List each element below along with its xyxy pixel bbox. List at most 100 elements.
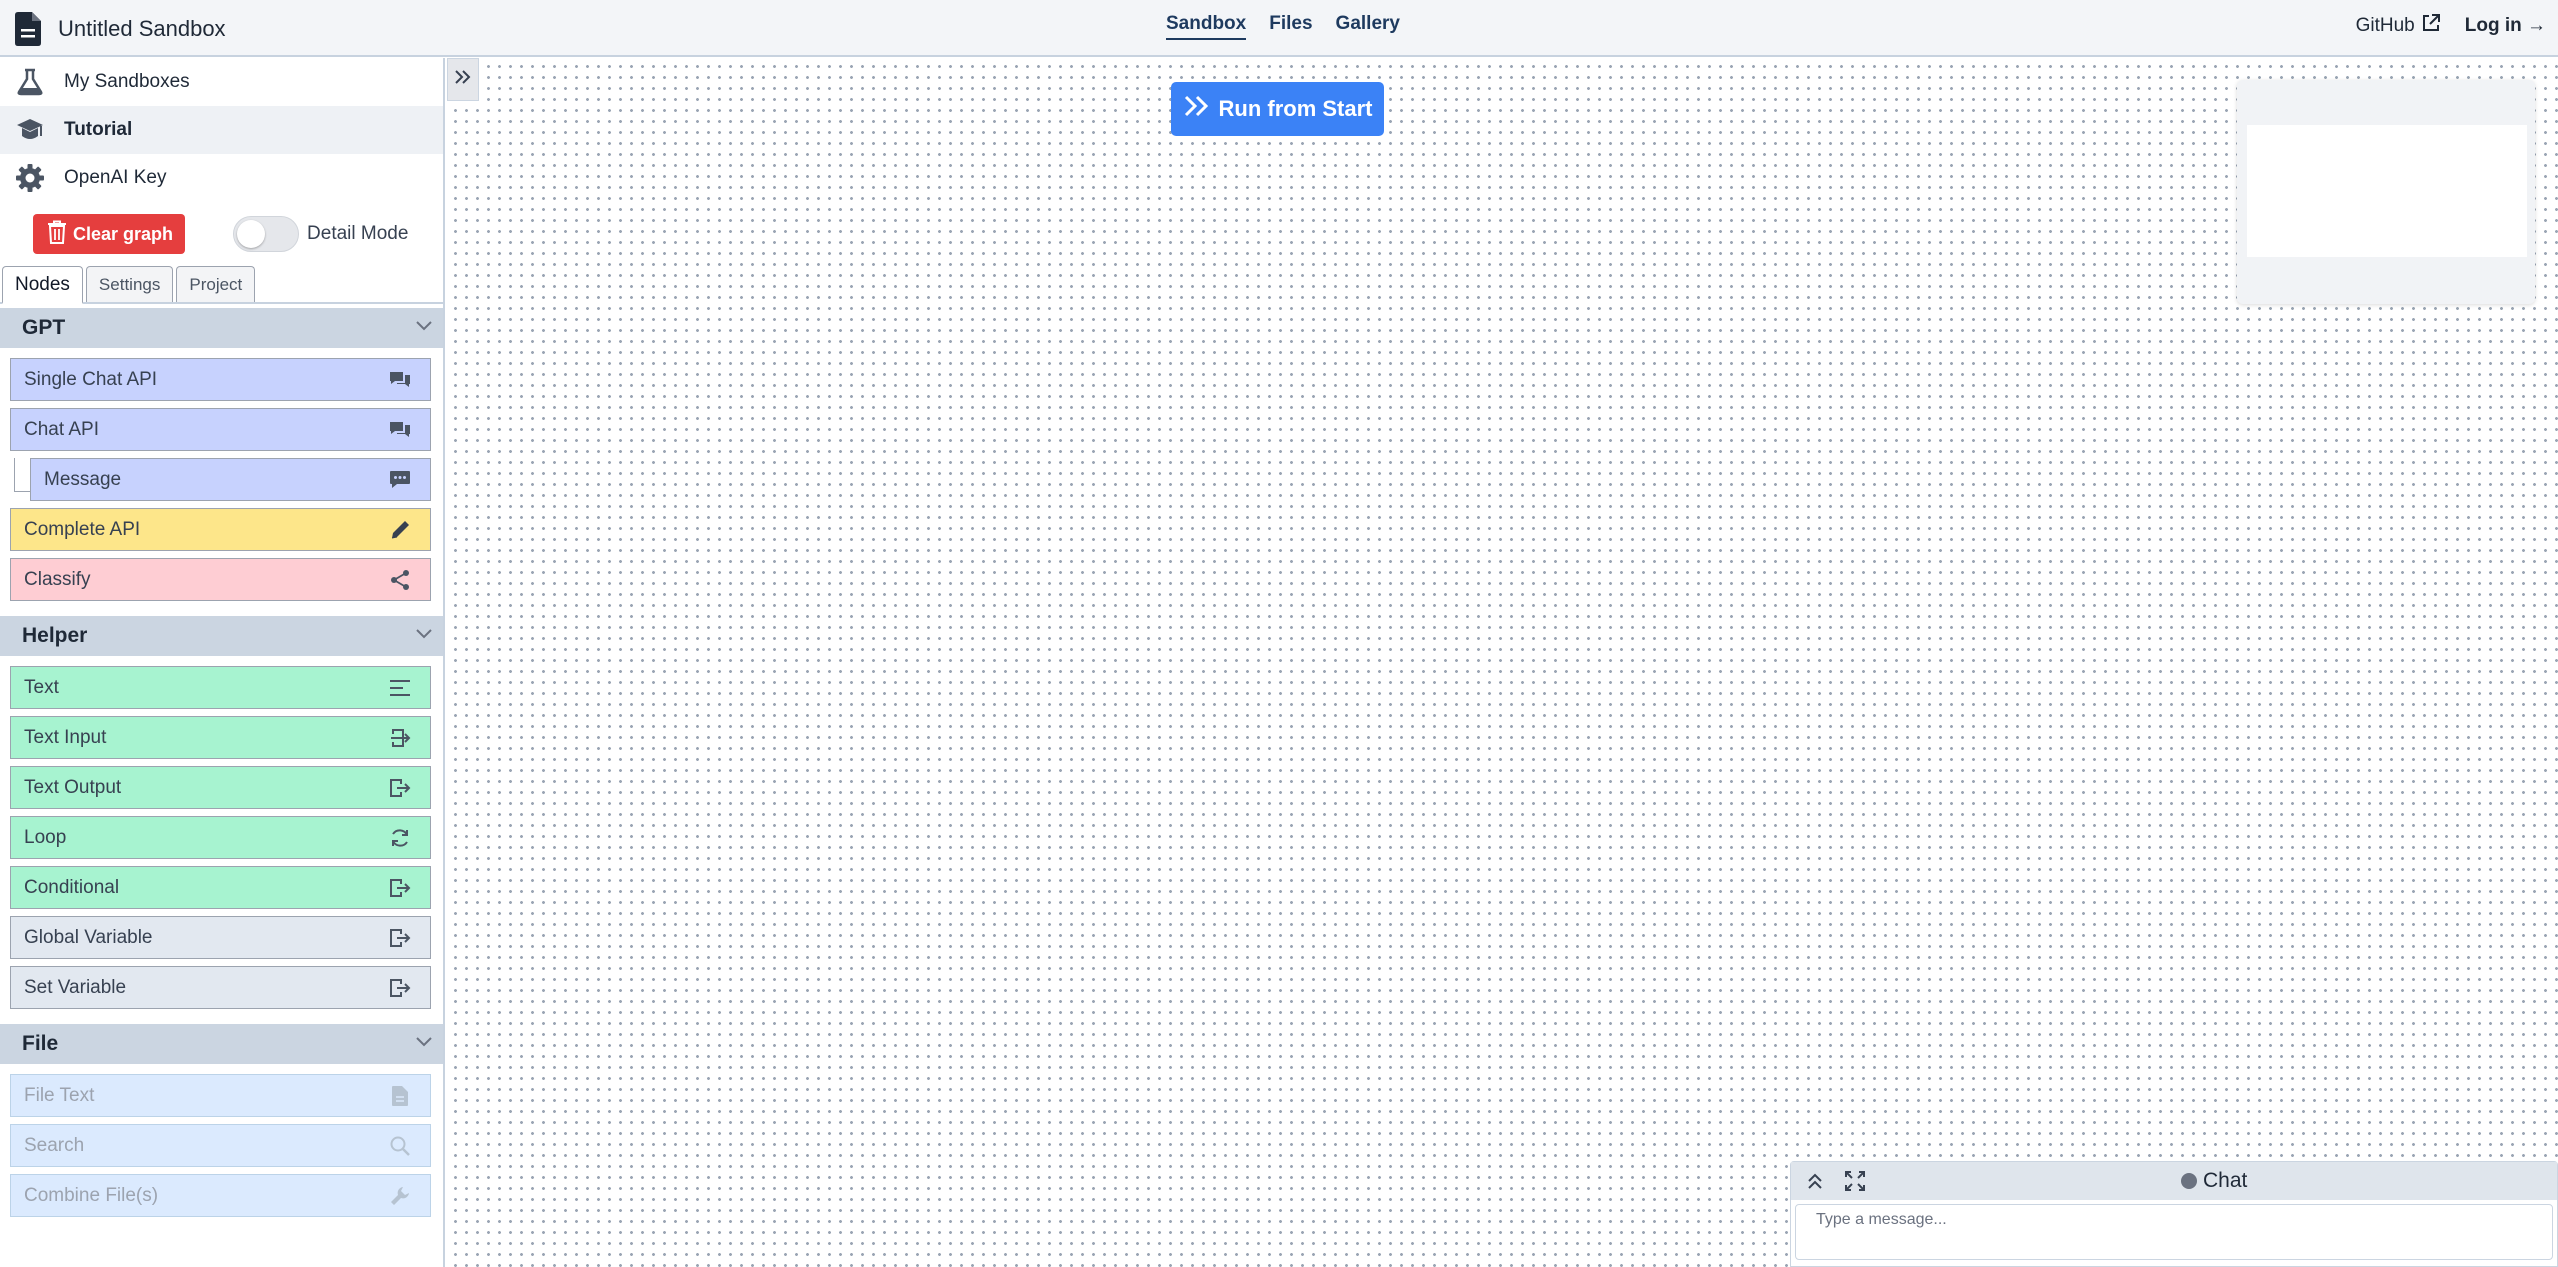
sidebar-collapse-button[interactable] bbox=[447, 58, 479, 101]
detail-mode-toggle-wrap: Detail Mode bbox=[233, 216, 408, 252]
expand-icon[interactable] bbox=[1839, 1165, 1871, 1197]
chevron-up-double-icon[interactable] bbox=[1799, 1165, 1831, 1197]
node-label: Text Output bbox=[24, 776, 122, 798]
minimap-viewport bbox=[2247, 125, 2527, 257]
node-list-file: File Text Search Combine File(s) bbox=[0, 1064, 443, 1228]
sign-out-icon bbox=[388, 776, 412, 800]
node-combine-files[interactable]: Combine File(s) bbox=[10, 1174, 431, 1217]
tab-nodes[interactable]: Nodes bbox=[2, 266, 83, 304]
detail-mode-toggle[interactable] bbox=[233, 216, 300, 252]
node-label: Search bbox=[24, 1134, 85, 1156]
node-single-chat-api[interactable]: Single Chat API bbox=[10, 358, 431, 401]
sandbox-title[interactable]: Untitled Sandbox bbox=[58, 16, 226, 42]
node-label: Text bbox=[24, 676, 59, 698]
node-text-input[interactable]: Text Input bbox=[10, 716, 431, 759]
node-chat-api[interactable]: Chat API bbox=[10, 408, 431, 451]
github-label: GitHub bbox=[2355, 15, 2415, 36]
node-text[interactable]: Text bbox=[10, 666, 431, 709]
app-header: Untitled Sandbox Sandbox Files Gallery G… bbox=[0, 0, 2558, 57]
menu-my-sandboxes[interactable]: My Sandboxes bbox=[0, 58, 443, 106]
sign-out-icon bbox=[388, 926, 412, 950]
nav-gallery[interactable]: Gallery bbox=[1336, 13, 1400, 40]
node-label: Complete API bbox=[24, 518, 141, 540]
chat-title: Chat bbox=[2181, 1162, 2247, 1200]
node-label: Chat API bbox=[24, 418, 99, 440]
node-set-variable[interactable]: Set Variable bbox=[10, 966, 431, 1009]
node-label: Combine File(s) bbox=[24, 1184, 159, 1206]
group-header-gpt[interactable]: GPT bbox=[0, 308, 443, 348]
sidebar-tabs: Nodes Settings Project bbox=[0, 266, 443, 304]
flask-icon bbox=[14, 66, 46, 98]
gear-icon bbox=[14, 162, 46, 194]
github-link[interactable]: GitHub bbox=[2356, 13, 2441, 39]
node-label: Global Variable bbox=[24, 926, 153, 948]
chat-panel: Chat bbox=[1790, 1161, 2558, 1267]
group-header-helper[interactable]: Helper bbox=[0, 616, 443, 656]
node-label: Classify bbox=[24, 568, 91, 590]
comment-dots-icon bbox=[388, 468, 412, 492]
node-global-variable[interactable]: Global Variable bbox=[10, 916, 431, 959]
node-message[interactable]: Message bbox=[30, 458, 431, 501]
header-actions: GitHub Log in → bbox=[2356, 13, 2546, 39]
node-label: Conditional bbox=[24, 876, 120, 898]
file-icon bbox=[12, 10, 44, 48]
node-label: Single Chat API bbox=[24, 368, 158, 390]
graduation-cap-icon bbox=[14, 114, 46, 146]
status-dot-icon bbox=[2181, 1173, 2197, 1189]
chevron-down-icon bbox=[415, 627, 433, 645]
chevron-down-icon bbox=[415, 1035, 433, 1053]
node-loop[interactable]: Loop bbox=[10, 816, 431, 859]
search-icon bbox=[388, 1134, 412, 1158]
sidebar: My Sandboxes Tutorial OpenAI Key Clear g… bbox=[0, 58, 445, 1267]
double-chevron-right-icon bbox=[454, 69, 472, 90]
detail-mode-label: Detail Mode bbox=[307, 223, 409, 244]
menu-tutorial[interactable]: Tutorial bbox=[0, 106, 443, 154]
file-icon bbox=[388, 1084, 412, 1108]
group-title: GPT bbox=[22, 316, 66, 339]
menu-label: OpenAI Key bbox=[64, 167, 167, 188]
node-file-text[interactable]: File Text bbox=[10, 1074, 431, 1117]
clear-graph-button[interactable]: Clear graph bbox=[33, 214, 186, 254]
top-nav: Sandbox Files Gallery bbox=[1166, 13, 1400, 40]
clear-graph-label: Clear graph bbox=[73, 223, 174, 244]
sign-out-icon bbox=[388, 976, 412, 1000]
nav-files[interactable]: Files bbox=[1269, 13, 1312, 40]
chevron-down-icon bbox=[415, 319, 433, 337]
node-classify[interactable]: Classify bbox=[10, 558, 431, 601]
node-search[interactable]: Search bbox=[10, 1124, 431, 1167]
node-conditional[interactable]: Conditional bbox=[10, 866, 431, 909]
tab-settings[interactable]: Settings bbox=[85, 266, 174, 302]
comments-icon bbox=[388, 368, 412, 392]
comments-icon bbox=[388, 418, 412, 442]
align-left-icon bbox=[388, 676, 412, 700]
group-header-file[interactable]: File bbox=[0, 1024, 443, 1064]
group-title: Helper bbox=[22, 624, 88, 647]
menu-label: My Sandboxes bbox=[64, 71, 190, 92]
node-text-output[interactable]: Text Output bbox=[10, 766, 431, 809]
menu-openai-key[interactable]: OpenAI Key bbox=[0, 154, 443, 202]
chat-message-input[interactable] bbox=[1795, 1204, 2553, 1260]
refresh-icon bbox=[388, 826, 412, 850]
login-link[interactable]: Log in → bbox=[2465, 15, 2546, 37]
pencil-icon bbox=[388, 518, 412, 542]
graph-canvas[interactable]: Run from Start Chat bbox=[447, 58, 2558, 1267]
share-nodes-icon bbox=[388, 568, 412, 592]
node-label: Loop bbox=[24, 826, 67, 848]
chat-header: Chat bbox=[1791, 1162, 2557, 1200]
sidebar-controls: Clear graph Detail Mode bbox=[0, 202, 443, 266]
node-list-helper: Text Text Input Text Output Loop Conditi… bbox=[0, 656, 443, 1020]
wrench-icon bbox=[388, 1184, 412, 1208]
minimap[interactable] bbox=[2237, 80, 2535, 304]
tab-project[interactable]: Project bbox=[176, 266, 256, 302]
menu-label: Tutorial bbox=[64, 119, 133, 140]
node-label: Message bbox=[44, 468, 122, 490]
nav-sandbox[interactable]: Sandbox bbox=[1166, 13, 1247, 40]
node-complete-api[interactable]: Complete API bbox=[10, 508, 431, 551]
external-link-icon bbox=[2421, 13, 2441, 39]
brand: Untitled Sandbox bbox=[12, 10, 226, 48]
node-list-gpt: Single Chat API Chat API Message Complet… bbox=[0, 348, 443, 612]
run-from-start-button[interactable]: Run from Start bbox=[1171, 82, 1384, 136]
node-label: Set Variable bbox=[24, 976, 127, 998]
run-label: Run from Start bbox=[1218, 96, 1373, 121]
sign-in-icon bbox=[388, 726, 412, 750]
